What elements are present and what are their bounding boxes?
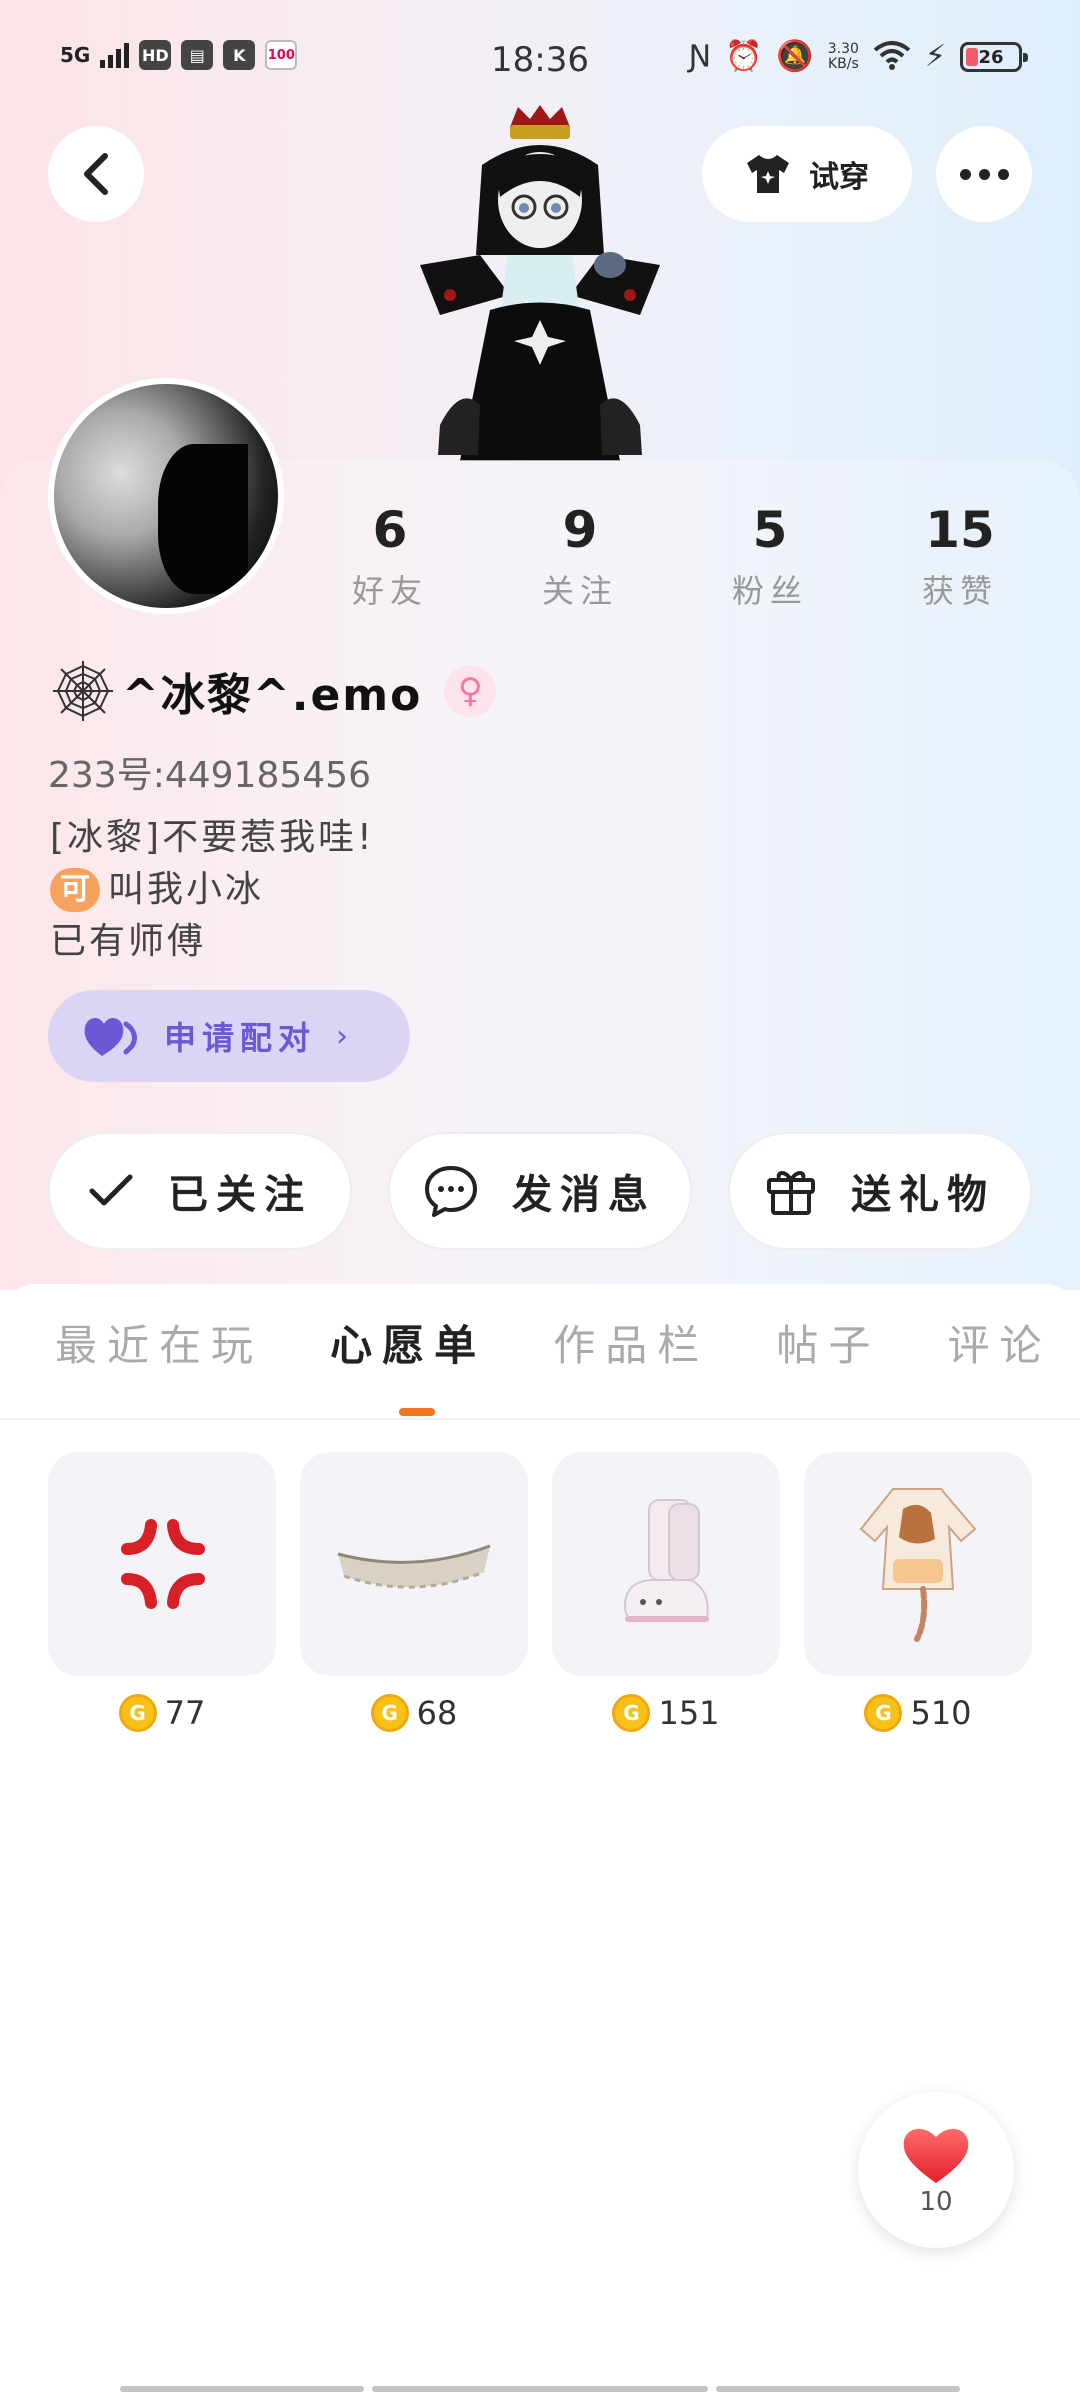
tabs-divider xyxy=(0,1418,1080,1420)
stat-friends[interactable]: 6 好友 xyxy=(310,498,470,612)
price-value: 77 xyxy=(164,1694,206,1732)
coin-icon: G xyxy=(612,1694,651,1732)
stat-label: 好友 xyxy=(351,572,428,610)
price-value: 510 xyxy=(910,1694,972,1732)
avatar-3d-figure xyxy=(420,105,660,461)
wishlist-item[interactable]: G 510 xyxy=(804,1452,1032,1732)
chat-bubble-icon xyxy=(425,1166,477,1217)
bio-line: [冰黎]不要惹我哇! xyxy=(50,817,375,858)
profile-avatar[interactable] xyxy=(48,378,284,614)
nav-gesture-bar xyxy=(716,2386,960,2392)
stat-label: 关注 xyxy=(541,572,618,610)
avatar-image xyxy=(54,384,278,608)
wishlist-item[interactable]: G 77 xyxy=(48,1452,276,1732)
item-image xyxy=(300,1452,528,1676)
name-row: ^冰黎^.emo ♀ xyxy=(50,658,497,724)
item-price: G 68 xyxy=(300,1694,528,1732)
action-buttons: 已关注 发消息 送礼物 xyxy=(48,1132,1032,1250)
hearts-icon xyxy=(84,1018,137,1056)
like-button[interactable]: 10 xyxy=(858,2092,1014,2248)
stat-value: 6 xyxy=(372,501,408,559)
active-tab-indicator xyxy=(399,1408,435,1416)
item-price: G 151 xyxy=(552,1694,780,1732)
stat-likes[interactable]: 15 获赞 xyxy=(880,498,1040,612)
item-price: G 510 xyxy=(804,1694,1032,1732)
stats-row: 6 好友 9 关注 5 粉丝 15 获赞 xyxy=(310,498,1040,612)
stat-value: 5 xyxy=(752,501,788,559)
send-gift-label: 送礼物 xyxy=(851,1172,995,1218)
try-on-button[interactable]: 试穿 xyxy=(702,126,912,222)
nfc-icon: Ɲ xyxy=(688,39,712,74)
check-icon xyxy=(89,1174,133,1206)
coin-icon: G xyxy=(370,1694,409,1732)
tab-wishlist[interactable]: 心愿单 xyxy=(330,1312,486,1373)
heart-icon xyxy=(903,2128,969,2183)
send-message-label: 发消息 xyxy=(512,1172,656,1218)
item-image xyxy=(804,1452,1032,1676)
send-message-button[interactable]: 发消息 xyxy=(388,1132,692,1250)
female-gender-icon: ♀ xyxy=(444,665,497,717)
status-bar: 5G HD ▤ K 100 18:36 Ɲ ⏰ 🔕 3.30 KB/s ⚡ 26 xyxy=(0,0,1080,120)
stat-label: 粉丝 xyxy=(731,572,808,610)
stat-value: 15 xyxy=(925,501,995,559)
network-speed: 3.30 KB/s xyxy=(827,41,859,72)
chevron-left-icon xyxy=(84,153,108,195)
tab-recently-played[interactable]: 最近在玩 xyxy=(55,1312,263,1373)
charging-icon: ⚡ xyxy=(924,39,946,74)
spiderweb-icon xyxy=(53,661,113,721)
mute-icon: 🔕 xyxy=(776,39,814,74)
username: ^冰黎^.emo xyxy=(122,670,423,721)
chevron-right-icon: › xyxy=(336,1018,349,1054)
cat-dress-icon xyxy=(859,1488,977,1642)
wishlist-item[interactable]: G 151 xyxy=(552,1452,780,1732)
stat-following[interactable]: 9 关注 xyxy=(500,498,660,612)
more-icon xyxy=(959,168,971,180)
nav-gesture-bar xyxy=(120,2386,364,2392)
send-gift-button[interactable]: 送礼物 xyxy=(728,1132,1032,1250)
more-options-button[interactable] xyxy=(936,126,1032,222)
item-image xyxy=(552,1452,780,1676)
coin-icon: G xyxy=(864,1694,903,1732)
tab-works[interactable]: 作品栏 xyxy=(553,1312,709,1373)
anger-mark-icon xyxy=(121,1519,205,1609)
tab-posts[interactable]: 帖子 xyxy=(776,1312,880,1373)
back-button[interactable] xyxy=(48,126,144,222)
nav-gesture-bar xyxy=(372,2386,708,2392)
wifi-icon xyxy=(873,40,911,74)
price-value: 151 xyxy=(658,1694,720,1732)
stat-value: 9 xyxy=(562,501,598,559)
user-id: 233号:449185456 xyxy=(48,755,371,796)
stat-fans[interactable]: 5 粉丝 xyxy=(690,498,850,612)
bunny-boots-icon xyxy=(623,1499,709,1622)
alarm-icon: ⏰ xyxy=(725,39,763,74)
tshirt-icon xyxy=(747,155,789,193)
gift-icon xyxy=(767,1171,815,1215)
try-on-label: 试穿 xyxy=(809,160,869,195)
bio: [冰黎]不要惹我哇! 可 叫我小冰 已有师傅 xyxy=(50,812,375,968)
item-price: G 77 xyxy=(48,1694,276,1732)
stat-label: 获赞 xyxy=(921,572,998,610)
tab-comments[interactable]: 评论 xyxy=(947,1312,1051,1373)
followed-button[interactable]: 已关注 xyxy=(48,1132,352,1250)
battery-indicator: 26 xyxy=(960,42,1028,72)
like-count: 10 xyxy=(919,2187,953,2217)
coin-icon: G xyxy=(118,1694,157,1732)
followed-label: 已关注 xyxy=(168,1172,312,1218)
pair-label: 申请配对 xyxy=(164,1019,317,1057)
bio-text: 叫我小冰 xyxy=(108,869,265,910)
pair-request-button[interactable]: 申请配对 › xyxy=(48,990,410,1082)
wishlist-item[interactable]: G 68 xyxy=(300,1452,528,1732)
ke-badge-icon: 可 xyxy=(50,868,100,912)
profile-tabs: 最近在玩 心愿单 作品栏 帖子 评论 xyxy=(55,1312,1080,1392)
wishlist-grid: G 77 G 68 G 151 G 510 xyxy=(48,1452,1032,1732)
lace-choker-icon xyxy=(337,1544,491,1589)
bio-line: 可 叫我小冰 xyxy=(50,864,375,916)
item-image xyxy=(48,1452,276,1676)
bio-line: 已有师傅 xyxy=(50,921,207,962)
price-value: 68 xyxy=(416,1694,458,1732)
